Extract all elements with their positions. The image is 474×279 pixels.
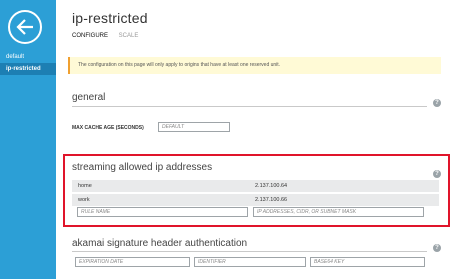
rule-name-cell: home <box>78 183 92 189</box>
tab-scale[interactable]: SCALE <box>119 33 139 39</box>
help-icon[interactable]: ? <box>433 244 441 252</box>
table-row[interactable]: work 2.137.100.66 <box>72 194 439 206</box>
help-icon[interactable]: ? <box>433 99 441 107</box>
general-section-title: general <box>72 92 106 103</box>
sidebar: default ip-restricted <box>0 0 56 279</box>
base64-key-input[interactable]: BASE64 KEY <box>310 257 425 267</box>
notice-banner: The configuration on this page will only… <box>68 57 441 74</box>
help-icon[interactable]: ? <box>433 170 441 178</box>
tab-bar: CONFIGURE SCALE <box>72 33 147 39</box>
sidebar-item-ip-restricted[interactable]: ip-restricted <box>0 63 56 75</box>
table-row[interactable]: home 2.137.100.64 <box>72 180 439 192</box>
ip-address-cell: 2.137.100.64 <box>255 183 288 189</box>
ip-address-cell: 2.137.100.66 <box>255 197 288 203</box>
back-button[interactable] <box>8 10 42 44</box>
rule-name-cell: work <box>78 197 90 203</box>
tab-configure[interactable]: CONFIGURE <box>72 33 108 39</box>
expiration-date-input[interactable]: EXPIRATION DATE <box>75 257 190 267</box>
identifier-input[interactable]: IDENTIFIER <box>194 257 306 267</box>
page-title: ip-restricted <box>72 10 148 26</box>
general-divider <box>72 106 427 107</box>
sidebar-item-default[interactable]: default <box>0 51 56 63</box>
back-arrow-icon <box>16 19 33 35</box>
akamai-divider <box>72 251 427 252</box>
rule-name-input[interactable]: RULE NAME <box>77 207 248 217</box>
akamai-section-title: akamai signature header authentication <box>72 238 248 249</box>
max-cache-age-label: MAX CACHE AGE (SECONDS) <box>72 125 144 131</box>
streaming-section-title: streaming allowed ip addresses <box>72 162 213 173</box>
ip-address-input[interactable]: IP ADDRESSES, CIDR, OR SUBNET MASK <box>253 207 424 217</box>
max-cache-age-input[interactable]: DEFAULT <box>158 122 230 132</box>
